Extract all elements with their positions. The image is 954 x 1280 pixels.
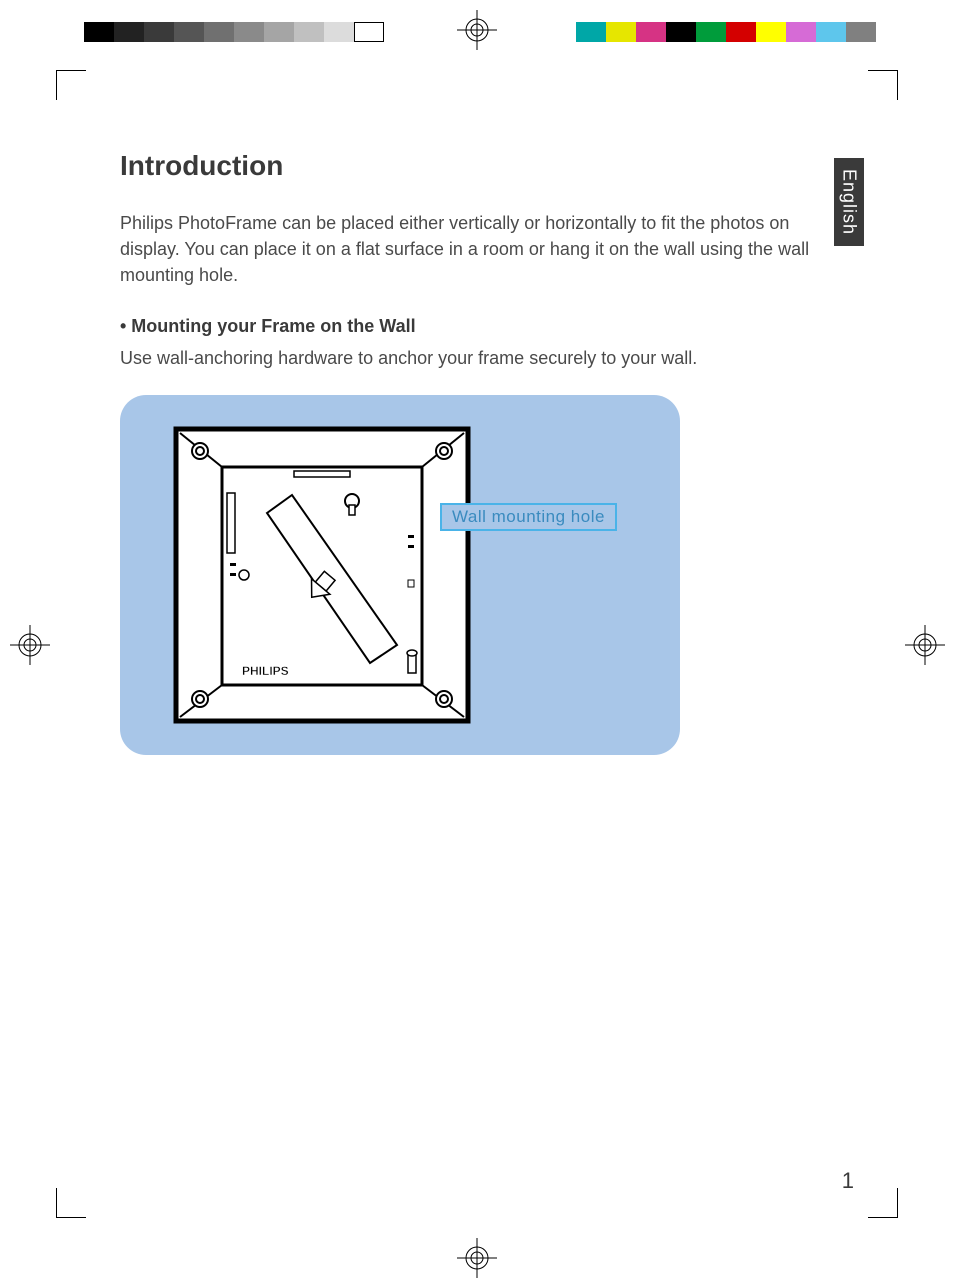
swatch — [354, 22, 384, 42]
swatch — [576, 22, 606, 42]
crop-mark-icon — [56, 70, 86, 100]
page-number: 1 — [842, 1168, 854, 1194]
intro-paragraph: Philips PhotoFrame can be placed either … — [120, 210, 840, 288]
swatch — [696, 22, 726, 42]
swatch — [756, 22, 786, 42]
swatch — [846, 22, 876, 42]
swatch — [234, 22, 264, 42]
swatch — [144, 22, 174, 42]
swatch — [174, 22, 204, 42]
swatch — [816, 22, 846, 42]
swatch — [324, 22, 354, 42]
swatch — [114, 22, 144, 42]
photoframe-diagram-icon: PHILIPS — [172, 425, 472, 725]
mounting-instruction: Use wall-anchoring hardware to anchor yo… — [120, 345, 840, 371]
brand-label: PHILIPS — [242, 664, 289, 678]
swatch — [294, 22, 324, 42]
mounting-subheading: • Mounting your Frame on the Wall — [120, 316, 840, 337]
swatch — [264, 22, 294, 42]
swatch — [666, 22, 696, 42]
crop-mark-icon — [868, 70, 898, 100]
color-swatches — [576, 22, 876, 42]
registration-mark-icon — [905, 625, 945, 665]
page-content: Introduction Philips PhotoFrame can be p… — [120, 110, 840, 755]
section-heading: Introduction — [120, 150, 840, 182]
crop-mark-icon — [868, 1188, 898, 1218]
figure-panel: PHILIPS Wall mounting hole — [120, 395, 680, 755]
callout-arrow-icon — [355, 514, 440, 516]
swatch — [786, 22, 816, 42]
swatch — [204, 22, 234, 42]
crop-mark-icon — [56, 1188, 86, 1218]
grayscale-swatches — [84, 22, 384, 42]
swatch — [606, 22, 636, 42]
swatch — [726, 22, 756, 42]
callout-label: Wall mounting hole — [440, 503, 617, 531]
swatch — [636, 22, 666, 42]
registration-mark-icon — [10, 625, 50, 665]
registration-mark-icon — [457, 1238, 497, 1278]
swatch — [84, 22, 114, 42]
registration-mark-icon — [457, 10, 497, 50]
